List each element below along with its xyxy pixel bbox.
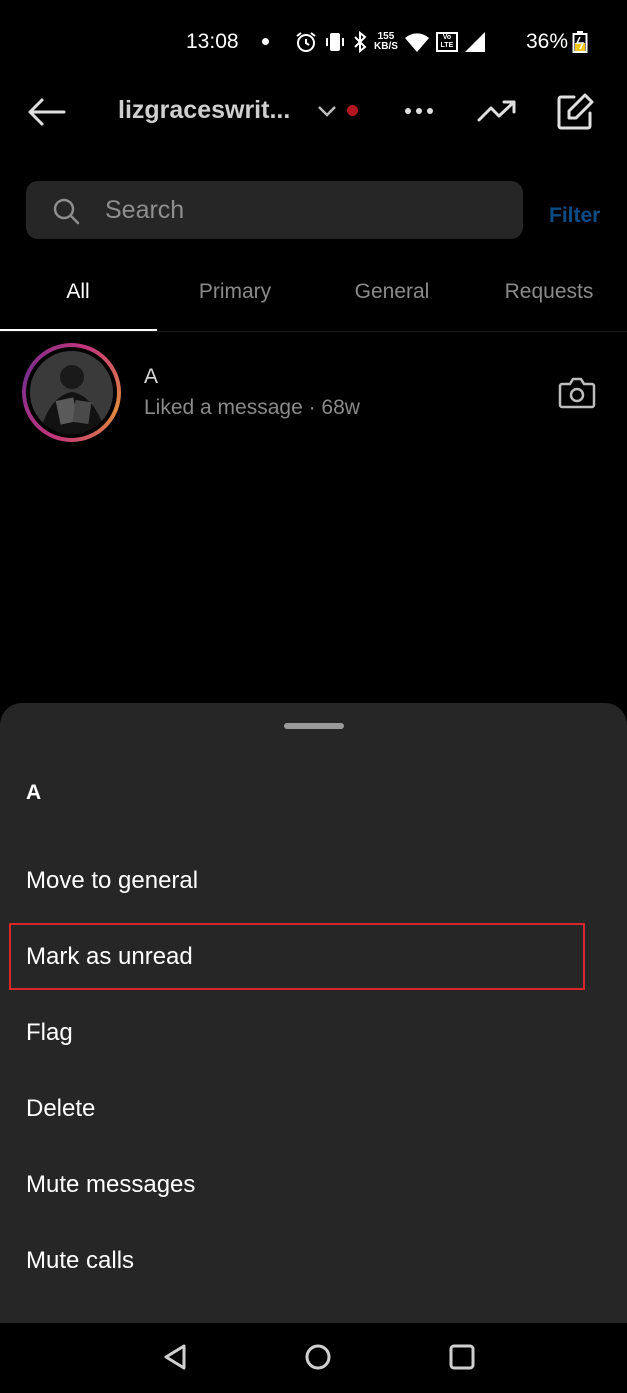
filter-button[interactable]: Filter: [549, 204, 600, 228]
tab-requests[interactable]: Requests: [471, 280, 627, 304]
sheet-title: A: [26, 781, 42, 804]
notification-dot-icon: [262, 38, 269, 45]
tab-general[interactable]: General: [314, 280, 470, 304]
bottom-sheet: A Move to general Mark as unread Flag De…: [0, 703, 627, 1323]
camera-icon[interactable]: [558, 376, 596, 410]
thread-name[interactable]: A: [144, 365, 158, 389]
account-username[interactable]: lizgraceswrit...: [118, 96, 290, 125]
active-tab-indicator: [0, 329, 157, 331]
search-icon: [53, 198, 80, 225]
trending-icon[interactable]: [477, 98, 517, 124]
header: lizgraceswrit...: [0, 84, 627, 144]
sheet-handle[interactable]: [284, 723, 344, 729]
signal-icon: [464, 32, 485, 52]
avatar-border: [26, 347, 117, 438]
menu-item-flag[interactable]: Flag: [26, 1019, 73, 1047]
notification-dot: [347, 105, 358, 116]
status-time: 13:08: [186, 30, 239, 53]
search-input[interactable]: Search: [105, 196, 184, 225]
menu-item-mark-as-unread[interactable]: Mark as unread: [26, 943, 193, 971]
alarm-icon: [296, 32, 316, 52]
chevron-down-icon[interactable]: [317, 104, 337, 118]
battery-icon: [572, 31, 588, 53]
compose-icon[interactable]: [555, 92, 595, 132]
story-ring[interactable]: [22, 343, 121, 442]
search-bar[interactable]: Search: [26, 181, 523, 239]
system-nav-bar: [0, 1323, 627, 1393]
tabs-divider: [0, 331, 627, 332]
home-circle-icon[interactable]: [304, 1343, 332, 1371]
status-icons: 155 KB/S Vo LTE: [294, 28, 486, 56]
back-arrow-icon[interactable]: [26, 97, 66, 127]
tab-primary[interactable]: Primary: [157, 280, 313, 304]
more-icon[interactable]: [404, 107, 434, 115]
net-speed-unit: KB/S: [374, 41, 398, 52]
menu-item-move-to-general[interactable]: Move to general: [26, 867, 198, 895]
net-speed: 155 KB/S: [374, 32, 398, 52]
volte-icon: Vo LTE: [435, 32, 458, 52]
recents-square-icon[interactable]: [449, 1344, 475, 1370]
status-bar: 13:08 155 KB/S Vo LTE 36%: [0, 0, 627, 84]
menu-item-delete[interactable]: Delete: [26, 1095, 95, 1123]
vibrate-icon: [326, 33, 344, 51]
back-triangle-icon[interactable]: [162, 1343, 188, 1371]
avatar-photo: [30, 351, 113, 434]
wifi-icon: [404, 33, 429, 52]
battery-percent: 36%: [526, 30, 569, 53]
avatar: [30, 351, 113, 434]
tab-all[interactable]: All: [0, 280, 156, 304]
menu-item-mute-messages[interactable]: Mute messages: [26, 1171, 195, 1199]
menu-item-mute-calls[interactable]: Mute calls: [26, 1247, 134, 1275]
bluetooth-icon: [354, 30, 367, 54]
thread-subtitle: Liked a message · 68w: [144, 396, 360, 419]
